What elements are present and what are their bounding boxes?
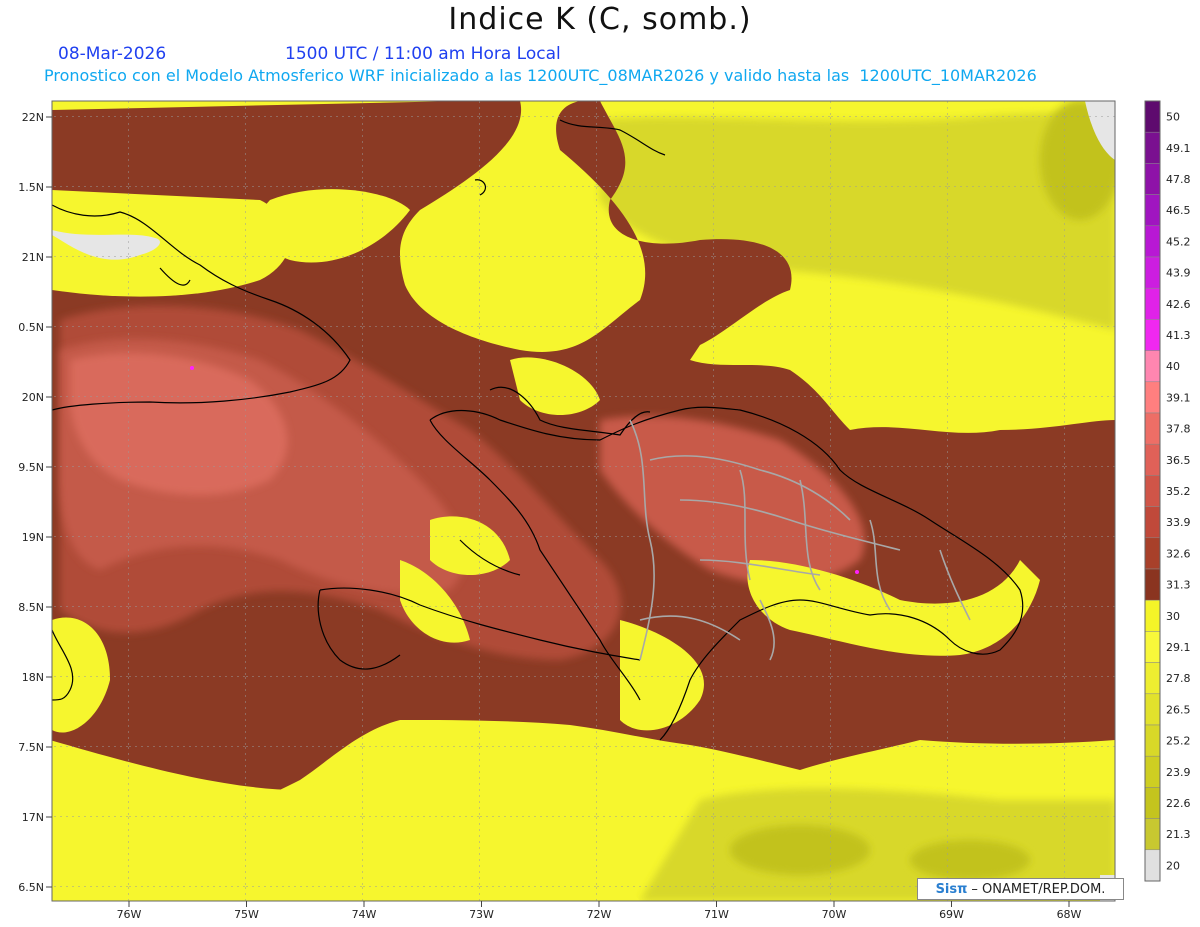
colorbar-label: 29.1: [1166, 641, 1191, 654]
colorbar-swatch: [1144, 443, 1161, 476]
colorbar-label: 20: [1166, 859, 1180, 872]
colorbar: 50 49.1 47.8 46.5 45.2 43.9 42.6 41.3 40 39.1 37.8…: [1144, 100, 1191, 882]
longitude-labels: 76W 75W 74W 73W 72W 71W 70W 69W 68W: [117, 901, 1082, 921]
lon-label: 76W: [117, 908, 142, 921]
lat-label: 19N: [22, 531, 44, 544]
colorbar-swatch: [1144, 225, 1161, 258]
colorbar-label: 36.5: [1166, 454, 1191, 467]
lat-label: 9.5N: [18, 461, 44, 474]
colorbar-label: 46.5: [1166, 204, 1191, 217]
graticule: [52, 101, 1115, 901]
colorbar-label: 41.3: [1166, 329, 1191, 342]
colorbar-label: 43.9: [1166, 267, 1191, 280]
lon-label: 69W: [939, 908, 964, 921]
lon-label: 68W: [1057, 908, 1082, 921]
colorbar-swatch: [1144, 662, 1161, 695]
colorbar-label: 45.2: [1166, 235, 1191, 248]
credit-org: – ONAMET/REP.DOM.: [971, 881, 1106, 897]
lat-label: 6.5N: [18, 881, 44, 894]
credit-box: Sisπ – ONAMET/REP.DOM.: [917, 878, 1124, 900]
colorbar-label: 50: [1166, 111, 1180, 124]
lat-label: 18N: [22, 671, 44, 684]
colorbar-label: 26.5: [1166, 703, 1191, 716]
lat-label: 8.5N: [18, 601, 44, 614]
colorbar-label: 35.2: [1166, 485, 1191, 498]
colorbar-label: 37.8: [1166, 423, 1191, 436]
latitude-labels: 22N 1.5N 21N 0.5N 20N 9.5N 19N 8.5N 18N 7.5N 17N 6.…: [18, 111, 52, 894]
lat-label: 17N: [22, 811, 44, 824]
lon-label: 74W: [352, 908, 377, 921]
lat-label: 1.5N: [18, 181, 44, 194]
lat-label: 7.5N: [18, 741, 44, 754]
lat-label: 0.5N: [18, 321, 44, 334]
lon-label: 72W: [587, 908, 612, 921]
colorbar-swatch: [1144, 163, 1161, 195]
lon-label: 70W: [822, 908, 847, 921]
colorbar-label: 22.6: [1166, 797, 1191, 810]
colorbar-swatch: [1144, 381, 1161, 414]
colorbar-swatch: [1144, 100, 1161, 133]
colorbar-label: 40: [1166, 360, 1180, 373]
colorbar-swatch: [1144, 599, 1161, 632]
colorbar-label: 39.1: [1166, 391, 1191, 404]
colorbar-swatch: [1144, 631, 1161, 663]
colorbar-swatch: [1144, 755, 1161, 788]
lon-label: 73W: [469, 908, 494, 921]
colorbar-swatch: [1144, 506, 1161, 539]
colorbar-swatch: [1144, 724, 1161, 757]
colorbar-swatch: [1144, 412, 1161, 445]
colorbar-label: 33.9: [1166, 516, 1191, 529]
colorbar-label: 30: [1166, 610, 1180, 623]
k-index-map: 22N 1.5N 21N 0.5N 20N 9.5N 19N 8.5N 18N 7.5N 17N 6.…: [18, 100, 1191, 921]
colorbar-label: 27.8: [1166, 672, 1191, 685]
colorbar-label: 25.2: [1166, 735, 1191, 748]
colorbar-swatch: [1144, 287, 1161, 320]
lat-label: 21N: [22, 251, 44, 264]
colorbar-label: 21.3: [1166, 828, 1191, 841]
colorbar-swatch: [1144, 194, 1161, 227]
colorbar-swatch: [1144, 568, 1161, 601]
colorbar-swatch: [1144, 350, 1161, 383]
colorbar-swatch: [1144, 475, 1161, 507]
colorbar-swatch: [1144, 319, 1161, 351]
colorbar-label: 42.6: [1166, 298, 1191, 311]
colorbar-label: 23.9: [1166, 766, 1191, 779]
colorbar-label: 47.8: [1166, 173, 1191, 186]
colorbar-swatch: [1144, 849, 1161, 882]
colorbar-swatch: [1144, 256, 1161, 289]
colorbar-swatch: [1144, 537, 1161, 570]
colorbar-swatch: [1144, 693, 1161, 726]
sisp-logo: Sisπ: [935, 881, 968, 897]
lat-label: 20N: [22, 391, 44, 404]
colorbar-label: 49.1: [1166, 142, 1191, 155]
lat-label: 22N: [22, 111, 44, 124]
colorbar-label: 32.6: [1166, 547, 1191, 560]
colorbar-label: 31.3: [1166, 579, 1191, 592]
lon-label: 71W: [704, 908, 729, 921]
colorbar-swatch: [1144, 818, 1161, 851]
colorbar-swatch: [1144, 131, 1161, 164]
colorbar-swatch: [1144, 787, 1161, 819]
lon-label: 75W: [234, 908, 259, 921]
